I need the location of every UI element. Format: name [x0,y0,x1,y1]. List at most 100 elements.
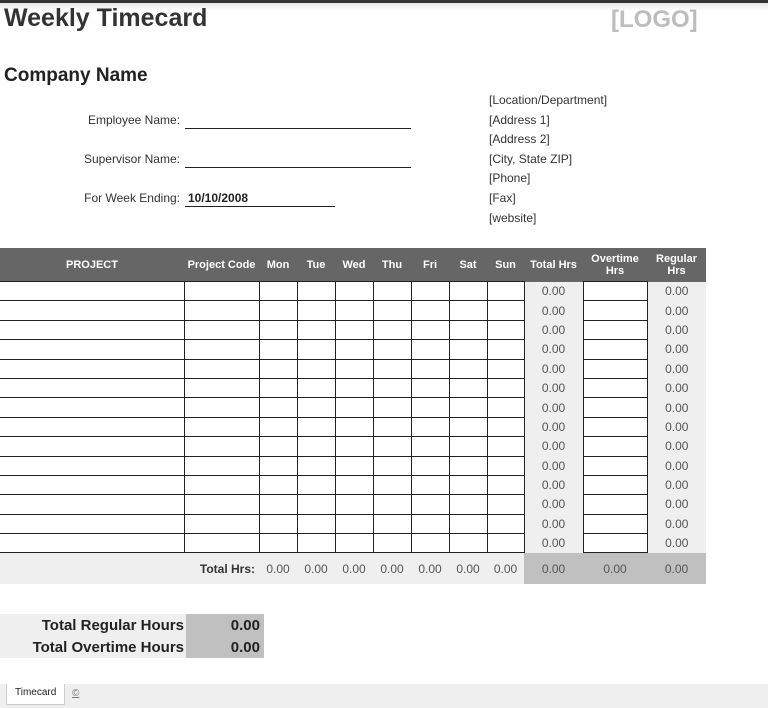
cell-mon[interactable] [258,339,298,360]
cell-sun[interactable] [486,533,525,554]
cell-mon[interactable] [258,533,298,554]
cell-thu[interactable] [372,533,412,554]
cell-mon[interactable] [258,358,298,379]
cell-project[interactable] [0,397,185,418]
cell-mon[interactable] [258,494,298,515]
cell-wed[interactable] [334,455,374,476]
cell-tue[interactable] [296,319,336,341]
cell-wed[interactable] [334,280,374,302]
cell-tue[interactable] [296,300,336,321]
cell-project[interactable] [0,416,185,438]
cell-mon[interactable] [258,397,298,418]
cell-tue[interactable] [296,339,336,360]
cell-sun[interactable] [486,300,525,321]
cell-sun[interactable] [486,494,525,515]
cell-fri[interactable] [410,377,450,399]
cell-fri[interactable] [410,397,450,418]
cell-project-code[interactable] [183,358,260,379]
cell-sun[interactable] [486,455,525,476]
cell-fri[interactable] [410,319,450,341]
cell-sat[interactable] [448,339,488,360]
cell-fri[interactable] [410,358,450,379]
cell-project[interactable] [0,319,185,341]
cell-overtime-hrs[interactable] [582,300,648,321]
cell-fri[interactable] [410,533,450,554]
cell-mon[interactable] [258,300,298,321]
cell-wed[interactable] [334,339,374,360]
cell-thu[interactable] [372,300,412,321]
cell-overtime-hrs[interactable] [582,513,648,535]
cell-sun[interactable] [486,397,525,418]
cell-tue[interactable] [296,474,336,496]
cell-sat[interactable] [448,436,488,457]
cell-project-code[interactable] [183,397,260,418]
cell-project[interactable] [0,339,185,360]
cell-sun[interactable] [486,280,525,302]
cell-sat[interactable] [448,377,488,399]
cell-mon[interactable] [258,377,298,399]
cell-project[interactable] [0,436,185,457]
cell-wed[interactable] [334,377,374,399]
cell-fri[interactable] [410,416,450,438]
cell-wed[interactable] [334,416,374,438]
cell-overtime-hrs[interactable] [582,436,648,457]
cell-fri[interactable] [410,436,450,457]
cell-overtime-hrs[interactable] [582,474,648,496]
cell-project-code[interactable] [183,300,260,321]
cell-overtime-hrs[interactable] [582,416,648,438]
cell-project[interactable] [0,513,185,535]
cell-thu[interactable] [372,397,412,418]
cell-wed[interactable] [334,494,374,515]
cell-project[interactable] [0,494,185,515]
cell-wed[interactable] [334,533,374,554]
cell-sun[interactable] [486,319,525,341]
cell-sun[interactable] [486,358,525,379]
cell-tue[interactable] [296,416,336,438]
cell-tue[interactable] [296,533,336,554]
cell-thu[interactable] [372,339,412,360]
cell-sat[interactable] [448,280,488,302]
cell-sat[interactable] [448,533,488,554]
cell-mon[interactable] [258,474,298,496]
cell-fri[interactable] [410,339,450,360]
cell-mon[interactable] [258,319,298,341]
cell-overtime-hrs[interactable] [582,455,648,476]
cell-mon[interactable] [258,416,298,438]
cell-project-code[interactable] [183,436,260,457]
cell-wed[interactable] [334,358,374,379]
cell-fri[interactable] [410,513,450,535]
cell-fri[interactable] [410,474,450,496]
employee-name-field[interactable] [185,113,411,129]
cell-project[interactable] [0,474,185,496]
cell-thu[interactable] [372,494,412,515]
copyright-sheet-icon[interactable]: © [72,688,79,699]
cell-project[interactable] [0,533,185,554]
cell-project-code[interactable] [183,339,260,360]
cell-wed[interactable] [334,474,374,496]
cell-mon[interactable] [258,513,298,535]
cell-tue[interactable] [296,280,336,302]
supervisor-name-field[interactable] [185,152,411,168]
cell-project-code[interactable] [183,494,260,515]
cell-thu[interactable] [372,416,412,438]
cell-overtime-hrs[interactable] [582,319,648,341]
cell-fri[interactable] [410,494,450,515]
cell-project[interactable] [0,358,185,379]
cell-sat[interactable] [448,300,488,321]
cell-project-code[interactable] [183,319,260,341]
cell-overtime-hrs[interactable] [582,397,648,418]
cell-thu[interactable] [372,436,412,457]
cell-thu[interactable] [372,319,412,341]
cell-wed[interactable] [334,513,374,535]
cell-sun[interactable] [486,416,525,438]
cell-thu[interactable] [372,513,412,535]
cell-project-code[interactable] [183,280,260,302]
cell-overtime-hrs[interactable] [582,377,648,399]
cell-project-code[interactable] [183,533,260,554]
cell-tue[interactable] [296,436,336,457]
cell-wed[interactable] [334,397,374,418]
cell-sun[interactable] [486,339,525,360]
cell-project[interactable] [0,300,185,321]
cell-thu[interactable] [372,455,412,476]
cell-tue[interactable] [296,377,336,399]
